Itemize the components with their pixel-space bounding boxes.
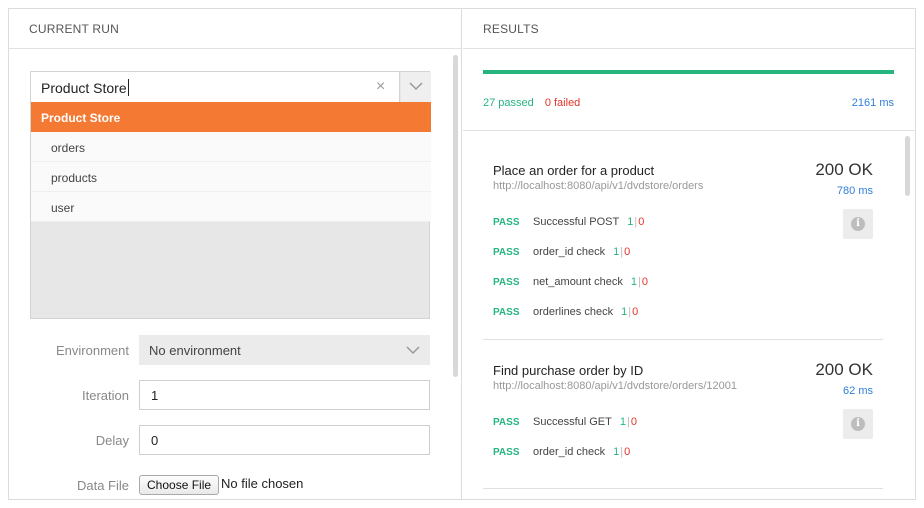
test-result-row: PASS orderlines check 1|0 — [493, 306, 638, 320]
request-name: Find purchase order by ID — [493, 363, 644, 378]
collection-dropdown-toggle[interactable] — [401, 72, 431, 102]
environment-value: No environment — [149, 343, 241, 358]
count-separator: | — [626, 416, 630, 428]
environment-label: Environment — [56, 343, 129, 358]
choose-file-button[interactable]: Choose File — [139, 475, 220, 495]
info-icon: i — [851, 417, 865, 431]
collection-selector: Product Store × Product Store orders pro… — [30, 71, 431, 319]
response-time: 780 ms — [836, 185, 873, 197]
data-file-row: Data File Choose File No file chosen — [9, 475, 462, 505]
test-name: orderlines check — [533, 306, 614, 318]
test-fail-count: 0 — [624, 446, 631, 458]
test-result-row: PASS order_id check 1|0 — [493, 446, 630, 460]
response-status: 200 OK — [815, 160, 873, 179]
request-divider — [483, 339, 883, 340]
test-result-row: PASS order_id check 1|0 — [493, 246, 630, 260]
dropdown-item-orders[interactable]: orders — [31, 132, 431, 162]
runner-window: CURRENT RUN Product Store × Product Stor… — [8, 8, 916, 500]
delay-label: Delay — [95, 433, 129, 448]
count-separator: | — [638, 276, 641, 288]
response-status: 200 OK — [815, 360, 873, 379]
test-result-row: PASS Successful POST 1|0 — [493, 216, 644, 230]
pass-badge: PASS — [493, 277, 520, 288]
close-icon[interactable]: × — [376, 78, 385, 96]
file-status: No file chosen — [221, 476, 304, 491]
test-fail-count: 0 — [638, 216, 645, 228]
current-run-panel: CURRENT RUN Product Store × Product Stor… — [9, 9, 462, 499]
test-name: order_id check — [533, 446, 606, 458]
test-name: Successful GET — [533, 416, 612, 428]
results-header: RESULTS — [463, 9, 915, 49]
test-name: order_id check — [533, 246, 606, 258]
test-result-row: PASS net_amount check 1|0 — [493, 276, 648, 290]
request-info-button[interactable]: i — [843, 409, 873, 439]
test-pass-count: 1 — [613, 246, 620, 258]
pass-badge: PASS — [493, 307, 520, 318]
dropdown-item-user[interactable]: user — [31, 192, 431, 222]
results-scrollbar[interactable] — [905, 136, 910, 196]
passed-count: 27 passed — [483, 97, 534, 109]
test-fail-count: 0 — [624, 246, 631, 258]
iteration-row: Iteration 1 — [9, 380, 462, 410]
count-separator: | — [634, 216, 638, 228]
collection-search-input[interactable]: Product Store — [31, 72, 400, 102]
failed-count: 0 failed — [544, 97, 581, 109]
request-url: http://localhost:8080/api/v1/dvdstore/or… — [493, 380, 737, 392]
dropdown-item-product-store[interactable]: Product Store — [31, 102, 431, 132]
test-pass-count: 1 — [613, 446, 620, 458]
test-fail-count: 0 — [632, 306, 639, 318]
iteration-input[interactable]: 1 — [139, 380, 430, 410]
collection-dropdown-menu: Product Store orders products user — [31, 102, 431, 222]
environment-row: Environment No environment — [9, 335, 462, 365]
request-name: Place an order for a product — [493, 163, 655, 178]
pass-badge: PASS — [493, 417, 520, 428]
request-url: http://localhost:8080/api/v1/dvdstore/or… — [493, 180, 704, 192]
test-fail-count: 0 — [630, 416, 637, 428]
count-separator: | — [620, 446, 624, 458]
count-separator: | — [628, 306, 632, 318]
results-panel: RESULTS 27 passed 0 failed 2161 ms Place… — [463, 9, 915, 499]
test-pass-count: 1 — [627, 216, 634, 228]
dropdown-item-products[interactable]: products — [31, 162, 431, 192]
delay-input[interactable]: 0 — [139, 425, 430, 455]
iteration-label: Iteration — [82, 388, 129, 403]
left-scrollbar[interactable] — [453, 55, 458, 377]
environment-select[interactable]: No environment — [139, 335, 430, 365]
info-icon: i — [851, 217, 865, 231]
pass-badge: PASS — [493, 447, 520, 458]
collection-input-value: Product Store — [41, 80, 127, 96]
test-name: Successful POST — [533, 216, 620, 228]
data-file-label: Data File — [76, 478, 129, 493]
test-pass-count: 1 — [621, 306, 628, 318]
request-info-button[interactable]: i — [843, 209, 873, 239]
chevron-down-icon — [409, 82, 423, 91]
total-time: 2161 ms — [851, 97, 894, 109]
test-fail-count: 0 — [641, 276, 648, 288]
chevron-down-icon — [406, 346, 420, 355]
text-caret — [127, 79, 129, 96]
response-time: 62 ms — [843, 385, 873, 397]
results-progress-bar — [483, 70, 894, 74]
request-divider — [483, 488, 883, 489]
test-name: net_amount check — [533, 276, 623, 288]
summary-divider — [463, 130, 915, 131]
count-separator: | — [620, 246, 624, 258]
results-summary: 27 passed 0 failed — [483, 97, 580, 109]
delay-row: Delay 0 — [9, 425, 462, 455]
test-result-row: PASS Successful GET 1|0 — [493, 416, 637, 430]
test-pass-count: 1 — [619, 416, 626, 428]
test-pass-count: 1 — [630, 276, 638, 288]
pass-badge: PASS — [493, 217, 520, 228]
current-run-header: CURRENT RUN — [9, 9, 461, 49]
pass-badge: PASS — [493, 247, 520, 258]
